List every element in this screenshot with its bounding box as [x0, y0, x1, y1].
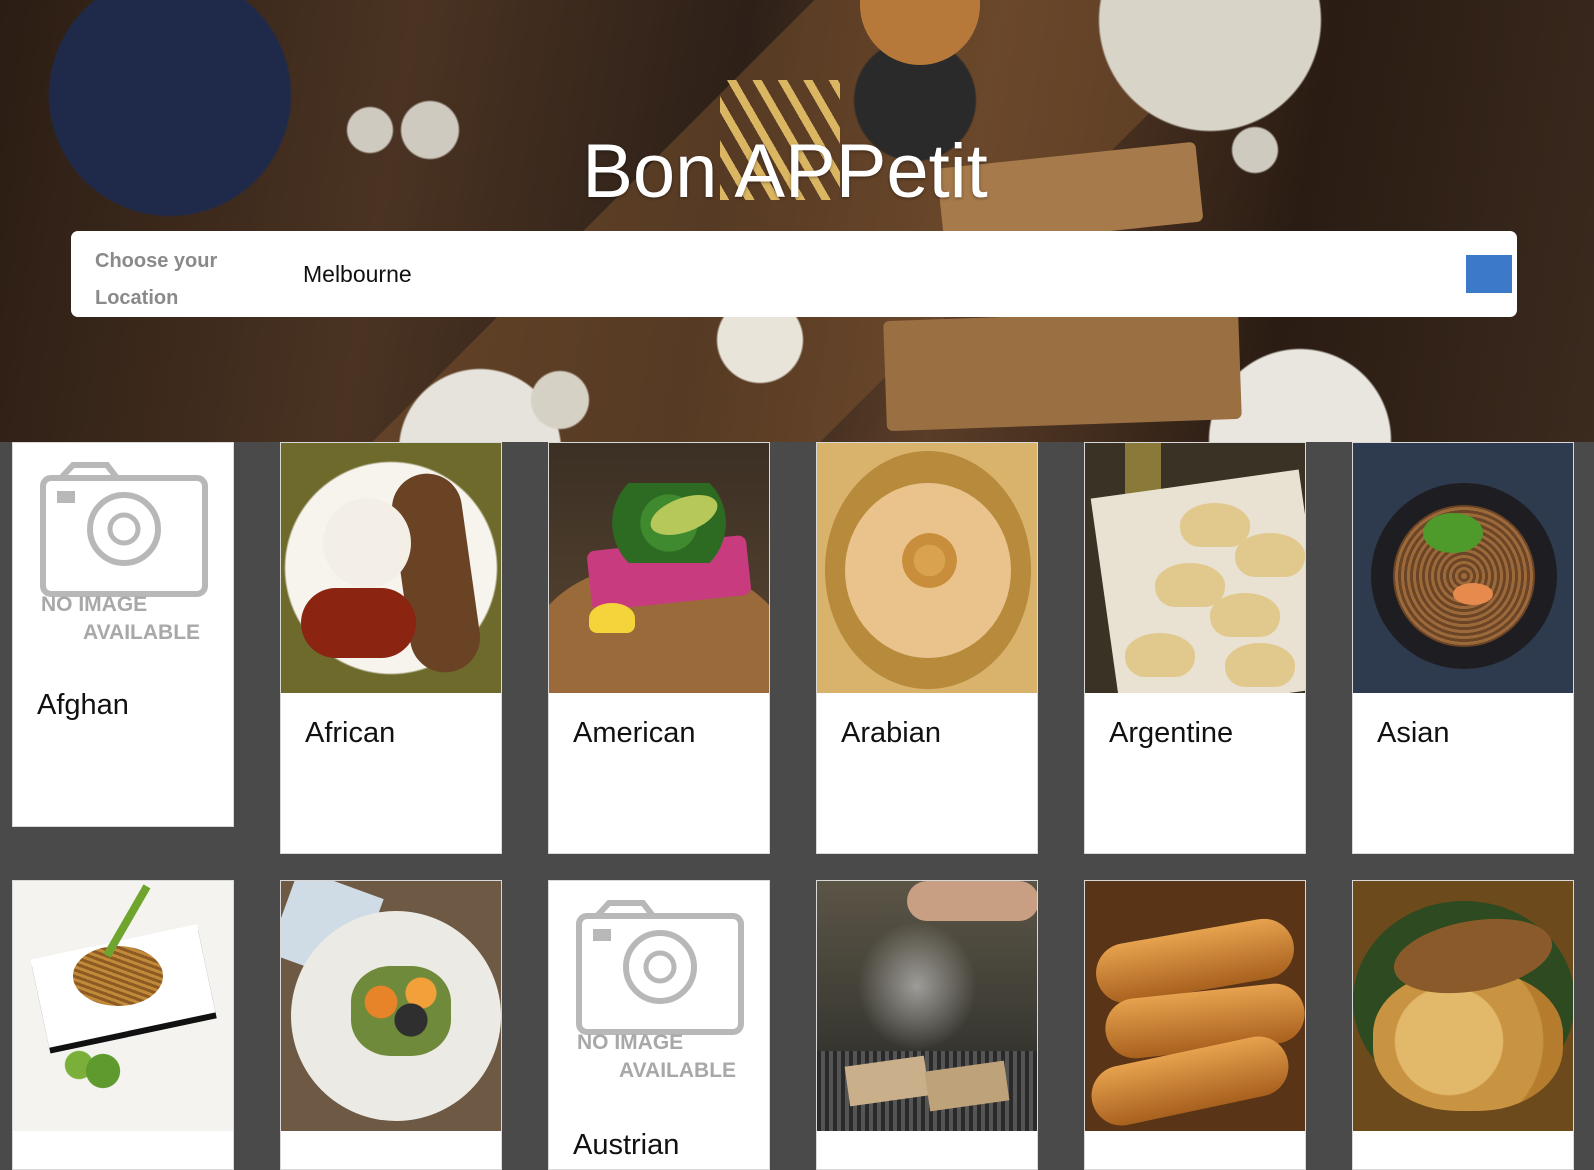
location-input[interactable]	[301, 253, 1405, 295]
cuisine-card-austrian[interactable]: NO IMAGE AVAILABLE Austrian	[548, 880, 770, 1170]
cuisine-name: American	[573, 717, 696, 749]
cuisine-name: Arabian	[841, 717, 941, 749]
app-title-text: Bon APPetit	[582, 129, 988, 214]
no-image-line1: NO IMAGE	[41, 593, 148, 616]
hero-decor	[883, 308, 1242, 432]
cuisine-name: Austrian	[573, 1129, 680, 1161]
cuisine-card[interactable]	[816, 880, 1038, 1170]
cuisine-name: Argentine	[1109, 717, 1234, 749]
cuisine-photo	[1353, 881, 1573, 1131]
app-title: Bon APPetit	[0, 128, 1594, 215]
cuisine-name: African	[305, 717, 396, 749]
cuisine-photo	[1353, 443, 1573, 693]
cuisine-photo	[281, 881, 501, 1131]
cuisine-card-arabian[interactable]: Arabian	[816, 442, 1038, 854]
hero-decor	[860, 0, 980, 65]
cuisine-photo	[1085, 443, 1305, 693]
cuisine-photo	[13, 881, 233, 1131]
no-image-line2: AVAILABLE	[619, 1059, 737, 1082]
no-image-line1: NO IMAGE	[577, 1031, 684, 1054]
cuisine-card-afghan[interactable]: NO IMAGE AVAILABLE Afghan	[12, 442, 234, 827]
no-image-placeholder: NO IMAGE AVAILABLE	[549, 881, 769, 1096]
cuisine-card[interactable]	[12, 880, 234, 1170]
cuisine-card-american[interactable]: American	[548, 442, 770, 854]
cuisine-photo	[1085, 881, 1305, 1131]
cuisine-name: Asian	[1377, 717, 1450, 749]
cuisine-name: Afghan	[37, 689, 129, 721]
cuisine-card[interactable]	[280, 880, 502, 1170]
cuisine-photo	[817, 881, 1037, 1131]
cuisine-photo	[817, 443, 1037, 693]
cuisine-photo	[549, 443, 769, 693]
cuisine-card-asian[interactable]: Asian	[1352, 442, 1574, 854]
hero-banner: Bon APPetit Choose your Location	[0, 0, 1594, 442]
search-button[interactable]	[1466, 255, 1512, 293]
cuisine-card-african[interactable]: African	[280, 442, 502, 854]
no-image-placeholder: NO IMAGE AVAILABLE	[13, 443, 233, 658]
cuisine-card[interactable]	[1084, 880, 1306, 1170]
no-image-line2: AVAILABLE	[83, 621, 201, 644]
cuisine-photo	[281, 443, 501, 693]
cuisine-card-argentine[interactable]: Argentine	[1084, 442, 1306, 854]
cuisine-card[interactable]	[1352, 880, 1574, 1170]
location-search-bar: Choose your Location	[71, 231, 1517, 317]
location-label: Choose your Location	[95, 250, 218, 309]
